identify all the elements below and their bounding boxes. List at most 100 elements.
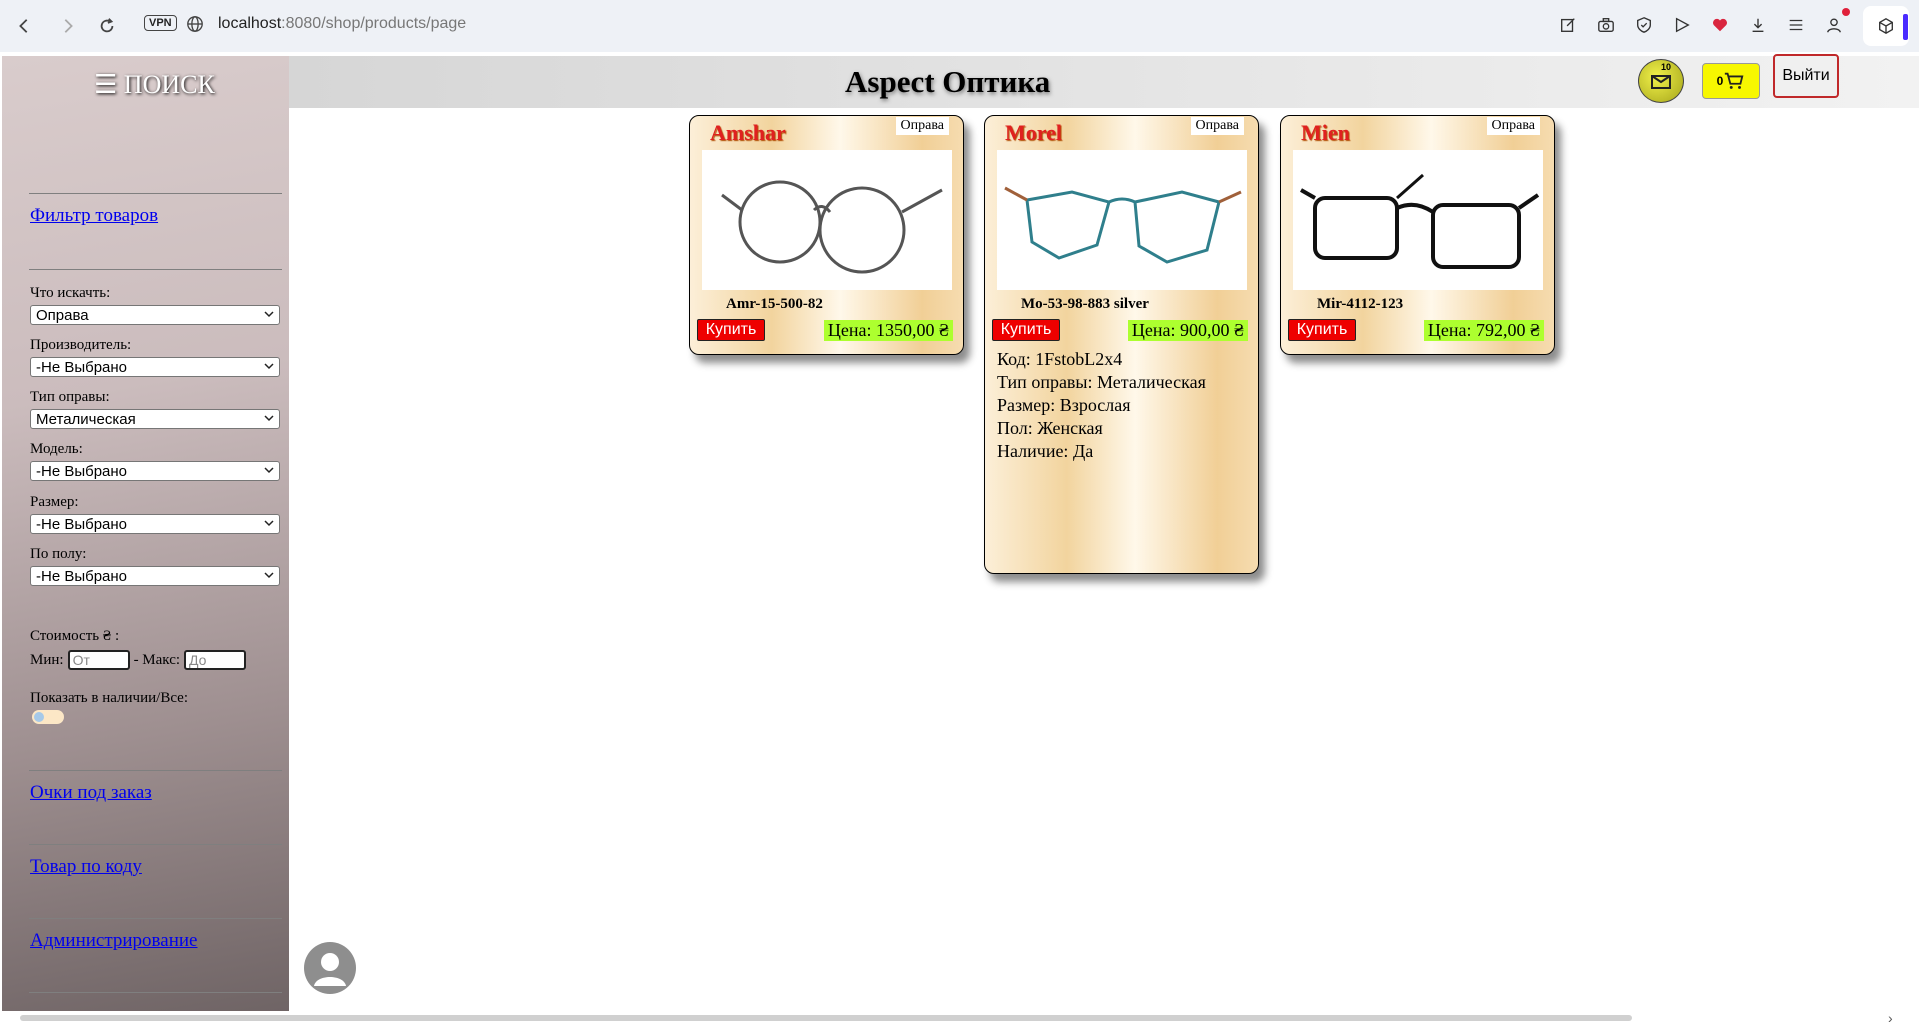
filter-label-frame-type: Тип оправы:	[30, 389, 110, 405]
product-price: Цена: 900,00 ₴	[1127, 320, 1248, 341]
chevron-down-icon	[264, 363, 274, 370]
filter-label-what: Что искачть:	[30, 285, 111, 301]
product-image[interactable]	[997, 150, 1247, 290]
browser-toolbar: VPN localhost:8080/shop/products/page	[0, 0, 1919, 52]
max-price-input[interactable]: До	[184, 650, 247, 670]
heart-icon[interactable]	[1708, 12, 1732, 38]
product-code: Код: 1FstobL2x4	[997, 349, 1123, 369]
select-value: Оправа	[36, 306, 89, 324]
product-availability: Наличие: Да	[997, 441, 1094, 461]
url-path: :8080/shop/products/page	[281, 15, 467, 32]
filter-label-model: Модель:	[30, 441, 83, 457]
filter-select-frame-type[interactable]: Металическая	[30, 409, 280, 429]
filter-select-size[interactable]: -Не Выбрано	[30, 514, 280, 534]
filter-label-size: Размер:	[30, 494, 79, 510]
divider	[29, 193, 282, 194]
min-label: Мин:	[30, 651, 64, 668]
select-value: -Не Выбрано	[36, 462, 128, 480]
product-image[interactable]	[1293, 150, 1543, 290]
buy-button[interactable]: Купить	[1288, 319, 1356, 341]
filter-label-manufacturer: Производитель:	[30, 337, 132, 353]
chevron-down-icon	[264, 415, 274, 422]
product-type-tag: Оправа	[1190, 117, 1244, 135]
product-price: Цена: 792,00 ₴	[1423, 320, 1544, 341]
product-size: Размер: Взрослая	[997, 395, 1131, 415]
user-icon	[314, 953, 346, 986]
administration-link[interactable]: Администрирование	[30, 930, 197, 952]
product-model: Amr-15-500-82	[726, 296, 823, 312]
chevron-down-icon	[264, 467, 274, 474]
stock-toggle[interactable]	[32, 710, 64, 724]
mail-box-icon	[1651, 75, 1671, 89]
chevron-down-icon	[264, 311, 274, 318]
address-bar[interactable]: localhost:8080/shop/products/page	[218, 15, 466, 33]
product-type-tag: Оправа	[1486, 117, 1540, 135]
product-card[interactable]: Mien Оправа Mir-4112-123 Купить Цена: 79…	[1280, 115, 1555, 355]
cart-icon	[1725, 72, 1744, 89]
divider	[29, 269, 282, 270]
vpn-badge[interactable]: VPN	[144, 15, 177, 31]
notification-count: 10	[1661, 62, 1672, 72]
filter-select-gender[interactable]: -Не Выбрано	[30, 566, 280, 586]
buy-button[interactable]: Купить	[697, 319, 765, 341]
logout-button[interactable]: Выйти	[1773, 54, 1839, 98]
product-model: Mir-4112-123	[1317, 296, 1404, 312]
product-brand: Morel	[1005, 120, 1063, 145]
download-icon[interactable]	[1746, 12, 1770, 38]
sidebar: ☰ ПОИСК Фильтр товаров Что искачть: Опра…	[2, 56, 289, 1011]
cube-icon	[1879, 18, 1893, 34]
site-info-icon[interactable]	[186, 15, 204, 33]
filter-label-gender: По полу:	[30, 546, 87, 562]
url-host: localhost	[218, 15, 282, 32]
product-image[interactable]	[702, 150, 952, 290]
shield-icon[interactable]	[1632, 12, 1656, 38]
product-brand: Mien	[1301, 120, 1350, 145]
buy-button[interactable]: Купить	[992, 319, 1060, 341]
product-type-tag: Оправа	[895, 117, 949, 135]
filter-products-link[interactable]: Фильтр товаров	[30, 205, 158, 227]
product-frame-type: Тип оправы: Металическая	[997, 372, 1206, 392]
edit-icon[interactable]	[1556, 12, 1580, 38]
forward-arrow-icon[interactable]	[54, 12, 82, 40]
product-card[interactable]: Amshar Оправа Amr-15-500-82 Купить Цена:…	[689, 115, 964, 355]
divider	[29, 992, 282, 993]
horizontal-scrollbar[interactable]	[20, 1015, 1632, 1021]
filter-select-manufacturer[interactable]: -Не Выбрано	[30, 357, 280, 377]
product-by-code-link[interactable]: Товар по коду	[30, 856, 142, 878]
filter-select-model[interactable]: -Не Выбрано	[30, 461, 280, 481]
divider	[29, 770, 282, 771]
back-arrow-icon[interactable]	[10, 12, 38, 40]
price-range: Мин: От - Макс: До	[30, 650, 247, 670]
cart-button[interactable]: 0	[1702, 63, 1760, 99]
product-gender: Пол: Женская	[997, 418, 1103, 438]
site-title: Aspect Оптика	[845, 64, 1051, 99]
chevron-down-icon	[264, 572, 274, 579]
price-label: Стоимость ₴ :	[30, 628, 120, 644]
send-icon[interactable]	[1670, 12, 1694, 38]
product-brand: Amshar	[710, 120, 786, 145]
product-model: Mo-53-98-883 silver	[1021, 296, 1149, 312]
cart-count: 0	[1716, 74, 1724, 88]
reload-icon[interactable]	[93, 12, 121, 40]
product-price: Цена: 1350,00 ₴	[823, 320, 953, 341]
user-avatar[interactable]	[304, 942, 356, 994]
stock-toggle-label: Показать в наличии/Все:	[30, 690, 188, 706]
chevron-down-icon	[264, 520, 274, 527]
camera-icon[interactable]	[1594, 12, 1618, 38]
filter-select-what[interactable]: Оправа	[30, 305, 280, 325]
search-menu-toggle[interactable]: ☰ ПОИСК	[94, 70, 215, 100]
scroll-right-arrow-icon[interactable]: ›	[1888, 1010, 1893, 1026]
select-value: Металическая	[36, 410, 136, 428]
divider	[29, 918, 282, 919]
custom-glasses-link[interactable]: Очки под заказ	[30, 782, 152, 804]
divider	[29, 844, 282, 845]
min-price-input[interactable]: От	[67, 650, 130, 670]
profile-icon[interactable]	[1822, 12, 1846, 38]
notification-dot	[1842, 8, 1850, 16]
toggle-knob	[34, 712, 44, 722]
select-value: -Не Выбрано	[36, 515, 128, 533]
select-value: -Не Выбрано	[36, 567, 128, 585]
menu-list-icon[interactable]	[1784, 12, 1808, 38]
product-card-expanded[interactable]: Morel Оправа Mo-53-98-883 silver Купить …	[984, 115, 1259, 574]
side-panel-indicator	[1903, 14, 1908, 40]
